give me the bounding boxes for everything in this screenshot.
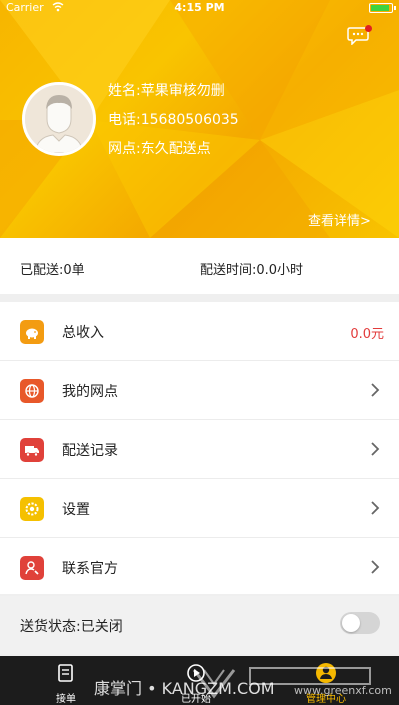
menu-item-delivery-records[interactable]: 配送记录 <box>0 420 399 478</box>
chevron-right-icon <box>371 501 380 515</box>
menu-list: 总收入 0.0元 我的网点 配送记录 设置 联系官方 <box>0 302 399 594</box>
menu-item-contact-official[interactable]: 联系官方 <box>0 538 399 596</box>
profile-phone: 电话:15680506035 <box>108 112 239 128</box>
delivery-status-row: 送货状态:已关闭 <box>0 596 399 654</box>
status-bar: Carrier 4:15 PM <box>0 0 399 16</box>
battery-icon <box>369 3 396 13</box>
menu-item-total-income[interactable]: 总收入 0.0元 <box>0 302 399 360</box>
menu-item-settings[interactable]: 设置 <box>0 479 399 537</box>
menu-label: 联系官方 <box>62 561 118 577</box>
profile-outlet: 网点:东久配送点 <box>108 141 211 157</box>
delivery-truck-icon <box>20 438 44 462</box>
menu-label: 配送记录 <box>62 443 118 459</box>
menu-label: 总收入 <box>62 325 104 341</box>
total-income-value: 0.0元 <box>350 327 384 342</box>
watermark-site: www.greenxf.com <box>294 684 392 697</box>
delivery-stats: 已配送:0单 配送时间:0.0小时 <box>0 238 399 294</box>
toggle-knob <box>342 614 360 632</box>
chevron-right-icon <box>371 383 380 397</box>
delivered-count: 已配送:0单 <box>20 263 85 278</box>
piggy-bank-icon <box>20 320 44 344</box>
menu-label: 设置 <box>62 502 90 518</box>
status-time: 4:15 PM <box>174 1 225 14</box>
menu-item-my-outlet[interactable]: 我的网点 <box>0 361 399 419</box>
chevron-right-icon <box>371 560 380 574</box>
delivery-status-toggle[interactable] <box>340 612 380 634</box>
default-avatar-icon <box>25 85 93 153</box>
gear-icon <box>20 497 44 521</box>
contact-phone-icon <box>20 556 44 580</box>
delivery-time: 配送时间:0.0小时 <box>200 263 304 278</box>
order-icon <box>58 664 73 682</box>
unread-dot <box>365 25 372 32</box>
globe-icon <box>20 379 44 403</box>
watermark-text: 康掌门 • KANGZM.COM <box>94 679 275 698</box>
profile-header: Carrier 4:15 PM 姓名:苹果审核勿删 电话:15680506035… <box>0 0 399 238</box>
view-details-link[interactable]: 查看详情> <box>308 210 371 229</box>
chevron-right-icon <box>371 442 380 456</box>
delivery-status-label: 送货状态:已关闭 <box>20 619 123 635</box>
avatar[interactable] <box>22 82 96 156</box>
profile-name: 姓名:苹果审核勿删 <box>108 83 225 99</box>
menu-label: 我的网点 <box>62 384 118 400</box>
